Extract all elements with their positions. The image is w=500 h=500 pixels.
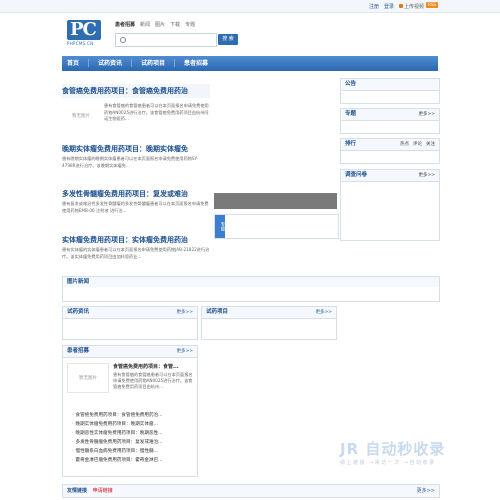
nav-divider [131,59,133,67]
top-bar [0,0,500,13]
section-header: 试药资讯 更多>> [63,307,197,319]
survey-panel: 调查问卷 更多>> [340,169,440,241]
panel-header: 专题 更多>> [341,109,439,121]
more-link[interactable]: 更多>> [418,109,435,120]
article-title[interactable]: 多发性骨髓瘤免费用药项目：复发或难治 [62,189,210,199]
list-item[interactable]: 晚期实体瘤免费用药项目：晚期实体瘤... [66,420,194,429]
search-tabs: 患者招募 新闻 图片 下载 专题 [115,21,195,28]
headline-article: 晚期实体瘤免费用药项目：晚期实体瘤免 患有晚期实体瘤的晚期实体瘤患者可以在本页面… [62,144,210,169]
section-header: 患者招募 更多>> [63,346,197,358]
watermark-tagline: 做上链接 →来访一次 →自动收录 [340,460,436,466]
list-item[interactable]: 霍奇金淋巴瘤免费用药项目：霍奇金淋巴... [66,456,194,465]
list-item[interactable]: 慢性髓系白血病免费用药项目：慢性髓... [66,447,194,456]
slideshow-banner[interactable] [214,193,337,209]
headline-article: 多发性骨髓瘤免费用药项目：复发或难治 患有复发或难治性多发性骨髓瘤的多发性骨髓瘤… [62,189,210,214]
register-link[interactable]: 注册 [369,3,379,10]
patient-recruit-section: 患者招募 更多>> 暂无图片 食管癌免费用药项目：食管... 患有食管癌的食管癌患… [62,345,198,477]
login-link[interactable]: 登录 [384,3,394,10]
nav-divider [88,59,90,67]
section-title: 图片新闻 [63,277,439,287]
gallery-tag: 专题 [215,215,225,238]
rank-tab-follow[interactable]: 关注 [426,139,435,150]
article-title[interactable]: 食管癌免费用药项目：食管癌免费用药治 [62,84,210,98]
rank-tab-comments[interactable]: 评论 [413,139,422,150]
announcement-panel: 公告 [340,78,440,104]
trial-news-section: 试药资讯 更多>> [62,306,198,340]
topics-panel: 专题 更多>> [340,108,440,134]
search-tab-topics[interactable]: 专题 [185,21,195,28]
search-tab-downloads[interactable]: 下载 [170,21,180,28]
search-tab-images[interactable]: 图片 [155,21,165,28]
search-box [115,33,217,47]
more-link[interactable]: 更多>> [417,485,435,497]
watermark: JR 自动秒收录 做上链接 →来访一次 →自动收录 [340,438,488,478]
article-summary: 患有复发或难治性多发性骨髓瘤的多发性骨髓瘤患者可以在本页面报名申请免费使用药物E… [62,201,209,213]
nav-divider [174,59,176,67]
logo-mark: PC [67,20,101,40]
headline-article: 实体瘤免费用药项目：实体瘤免费用药治 患有实体瘤的实体瘤患者可以在本页面报名申请… [62,235,210,260]
article-title[interactable]: 实体瘤免费用药项目：实体瘤免费用药治 [62,235,210,245]
nav-home[interactable]: 首页 [67,56,79,71]
search-icon [120,37,126,43]
more-link[interactable]: 更多>> [315,307,332,318]
article-summary: 患有实体瘤的实体瘤患者可以在本页面报名申请免费使用药物JAB-21822进行治疗… [62,247,210,259]
site-logo[interactable]: PC PHPCMS.CN [67,20,101,46]
recruit-thumbnail[interactable]: 暂无图片 [67,363,109,393]
more-link[interactable]: 更多>> [418,170,435,181]
recruit-list: 食管癌免费用药项目：食管癌免费用药治... 晚期实体瘤免费用药项目：晚期实体瘤.… [66,411,194,465]
friend-links-bar: 友情链接 申请链接 更多>> [62,484,440,498]
photo-news-section: 图片新闻 [62,276,440,302]
article-thumbnail[interactable]: 暂无图片 [62,101,100,131]
headline-list: 食管癌免费用药项目：食管癌免费用药治 暂无图片 患有食管癌的食管癌患者可以在本页… [62,78,210,275]
headline-article: 食管癌免费用药项目：食管癌免费用药治 暂无图片 患有食管癌的食管癌患者可以在本页… [62,84,210,131]
rank-tab-hot[interactable]: 热点 [400,139,409,150]
panel-title: 公告 [341,79,439,91]
upload-icon [398,4,403,8]
panel-header: 排行 热点 评论 关注 [341,139,439,151]
top-links: 注册 登录 上传视频 [369,3,424,10]
article-title[interactable]: 晚期实体瘤免费用药项目：晚期实体瘤免 [62,144,210,154]
more-link[interactable]: 更多>> [176,307,193,318]
logo-brand-text: PHPCMS.CN [67,41,94,46]
panel-header: 调查问卷 更多>> [341,170,439,182]
section-header: 试药项目 更多>> [202,307,336,319]
list-item[interactable]: 多发性骨髓瘤免费用药项目：复发或难治... [66,438,194,447]
search-input[interactable] [128,35,217,46]
search-button[interactable]: 搜 索 [218,34,238,45]
search-tab-recruit[interactable]: 患者招募 [115,21,135,28]
main-nav: 首页 试药资讯 试药项目 患者招募 [62,56,438,71]
upload-video-link[interactable]: 上传视频 [398,3,424,10]
article-summary: 患有晚期实体瘤的晚期实体瘤患者可以在本页面报名申请免费使用药物SY-4798R进… [62,156,199,168]
trial-projects-section: 试药项目 更多>> [201,306,337,340]
ranking-panel: 排行 热点 评论 关注 [340,138,440,164]
nav-trial-projects[interactable]: 试药项目 [141,56,165,71]
nav-trial-news[interactable]: 试药资讯 [98,56,122,71]
friend-links-label: 友情链接 [67,488,88,494]
more-link[interactable]: 更多>> [176,346,193,357]
watermark-logo: JR 自动秒收录 [340,440,446,458]
nav-patient-recruit[interactable]: 患者招募 [184,56,208,71]
list-item[interactable]: 晚期恶性实体瘤免费用药项目：晚期恶性... [66,429,194,438]
rss-button[interactable]: RSS [426,2,438,8]
apply-link[interactable]: 申请链接 [93,488,113,494]
topic-gallery: 专题 [214,214,339,239]
search-tab-news[interactable]: 新闻 [140,21,150,28]
list-item[interactable]: 食管癌免费用药项目：食管癌免费用药治... [66,411,194,420]
